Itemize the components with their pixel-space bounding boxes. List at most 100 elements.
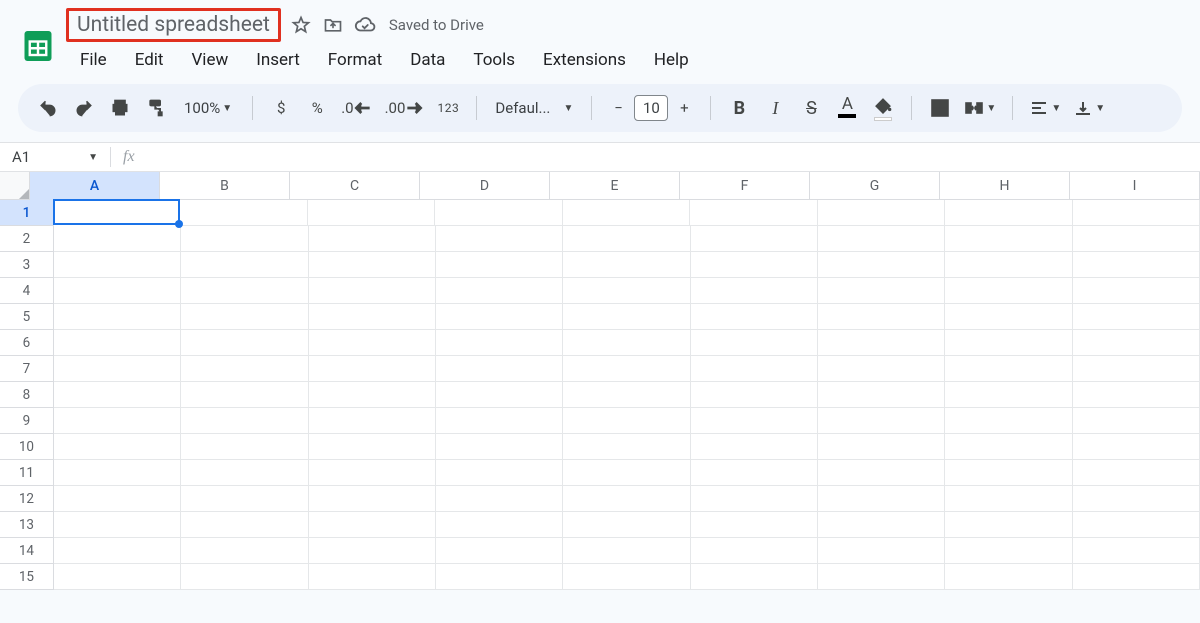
cell[interactable] (54, 382, 181, 408)
column-header[interactable]: G (810, 172, 940, 200)
redo-button[interactable] (68, 92, 100, 124)
cell[interactable] (436, 304, 563, 330)
cell[interactable] (1073, 278, 1200, 304)
row-header[interactable]: 3 (0, 252, 54, 278)
cell[interactable] (309, 382, 436, 408)
cell[interactable] (436, 226, 563, 252)
cell[interactable] (945, 330, 1072, 356)
cloud-saved-icon[interactable] (353, 13, 377, 37)
cell[interactable] (691, 460, 818, 486)
cell[interactable] (54, 564, 181, 590)
cell[interactable] (309, 512, 436, 538)
row-header[interactable]: 6 (0, 330, 54, 356)
cell[interactable] (181, 460, 308, 486)
currency-button[interactable]: $ (265, 92, 297, 124)
column-header[interactable]: D (420, 172, 550, 200)
cell[interactable] (436, 486, 563, 512)
cell[interactable] (945, 434, 1072, 460)
cell[interactable] (54, 226, 181, 252)
horizontal-align-button[interactable]: ▼ (1025, 92, 1065, 124)
cell[interactable] (1073, 486, 1200, 512)
cell[interactable] (563, 252, 690, 278)
cell[interactable] (563, 486, 690, 512)
percent-button[interactable]: % (301, 92, 333, 124)
cell[interactable] (181, 512, 308, 538)
cell[interactable] (309, 226, 436, 252)
italic-button[interactable]: I (759, 92, 791, 124)
row-header[interactable]: 4 (0, 278, 54, 304)
document-title[interactable]: Untitled spreadsheet (66, 8, 281, 42)
menu-format[interactable]: Format (316, 46, 394, 74)
name-box[interactable]: A1 ▼ (0, 148, 110, 166)
cell[interactable] (309, 434, 436, 460)
cell[interactable] (691, 382, 818, 408)
borders-button[interactable] (924, 92, 956, 124)
move-icon[interactable] (321, 13, 345, 37)
cell[interactable] (309, 538, 436, 564)
cell[interactable] (818, 434, 945, 460)
cell[interactable] (54, 252, 181, 278)
column-header[interactable]: E (550, 172, 680, 200)
cell[interactable] (818, 512, 945, 538)
cell[interactable] (436, 356, 563, 382)
cell[interactable] (181, 356, 308, 382)
strikethrough-button[interactable]: S (795, 92, 827, 124)
decrease-decimal-button[interactable]: .0 (337, 92, 376, 124)
cell[interactable] (563, 434, 690, 460)
cell[interactable] (1073, 408, 1200, 434)
column-header[interactable]: H (940, 172, 1070, 200)
cell[interactable] (1073, 538, 1200, 564)
cell[interactable] (818, 304, 945, 330)
cell[interactable] (563, 460, 690, 486)
cell[interactable] (563, 330, 690, 356)
cell[interactable] (818, 278, 945, 304)
font-size-input[interactable]: 10 (634, 95, 668, 121)
cell[interactable] (308, 200, 435, 226)
cell[interactable] (181, 486, 308, 512)
number-format-button[interactable]: 123 (432, 92, 464, 124)
cell[interactable] (691, 512, 818, 538)
cell[interactable] (945, 564, 1072, 590)
cell[interactable] (181, 226, 308, 252)
menu-help[interactable]: Help (642, 46, 701, 74)
cell[interactable] (309, 330, 436, 356)
cell[interactable] (691, 278, 818, 304)
font-size-decrease-button[interactable]: − (604, 94, 632, 122)
cell[interactable] (181, 382, 308, 408)
cell[interactable] (945, 356, 1072, 382)
menu-view[interactable]: View (179, 46, 240, 74)
cell[interactable] (309, 356, 436, 382)
zoom-dropdown[interactable]: 100% ▼ (176, 99, 240, 117)
cell[interactable] (690, 200, 817, 226)
print-button[interactable] (104, 92, 136, 124)
cell[interactable] (563, 278, 690, 304)
cell[interactable] (309, 252, 436, 278)
cell[interactable] (54, 434, 181, 460)
cell[interactable] (54, 512, 181, 538)
cell[interactable] (1073, 512, 1200, 538)
row-header[interactable]: 1 (0, 200, 54, 226)
column-header[interactable]: A (30, 172, 160, 200)
row-header[interactable]: 13 (0, 512, 54, 538)
cell[interactable] (1073, 564, 1200, 590)
menu-file[interactable]: File (68, 46, 119, 74)
cell[interactable] (691, 408, 818, 434)
cell[interactable] (691, 330, 818, 356)
cell[interactable] (181, 330, 308, 356)
cell[interactable] (309, 408, 436, 434)
cell[interactable] (436, 252, 563, 278)
cell[interactable] (181, 564, 308, 590)
cell[interactable] (818, 252, 945, 278)
cell[interactable] (818, 408, 945, 434)
cell[interactable] (818, 564, 945, 590)
row-header[interactable]: 12 (0, 486, 54, 512)
cell[interactable] (309, 304, 436, 330)
cell[interactable] (436, 460, 563, 486)
row-header[interactable]: 15 (0, 564, 54, 590)
cell[interactable] (945, 382, 1072, 408)
font-size-increase-button[interactable]: + (670, 94, 698, 122)
bold-button[interactable]: B (723, 92, 755, 124)
cell[interactable] (563, 226, 690, 252)
merge-cells-button[interactable]: ▼ (960, 92, 1000, 124)
cell[interactable] (436, 330, 563, 356)
